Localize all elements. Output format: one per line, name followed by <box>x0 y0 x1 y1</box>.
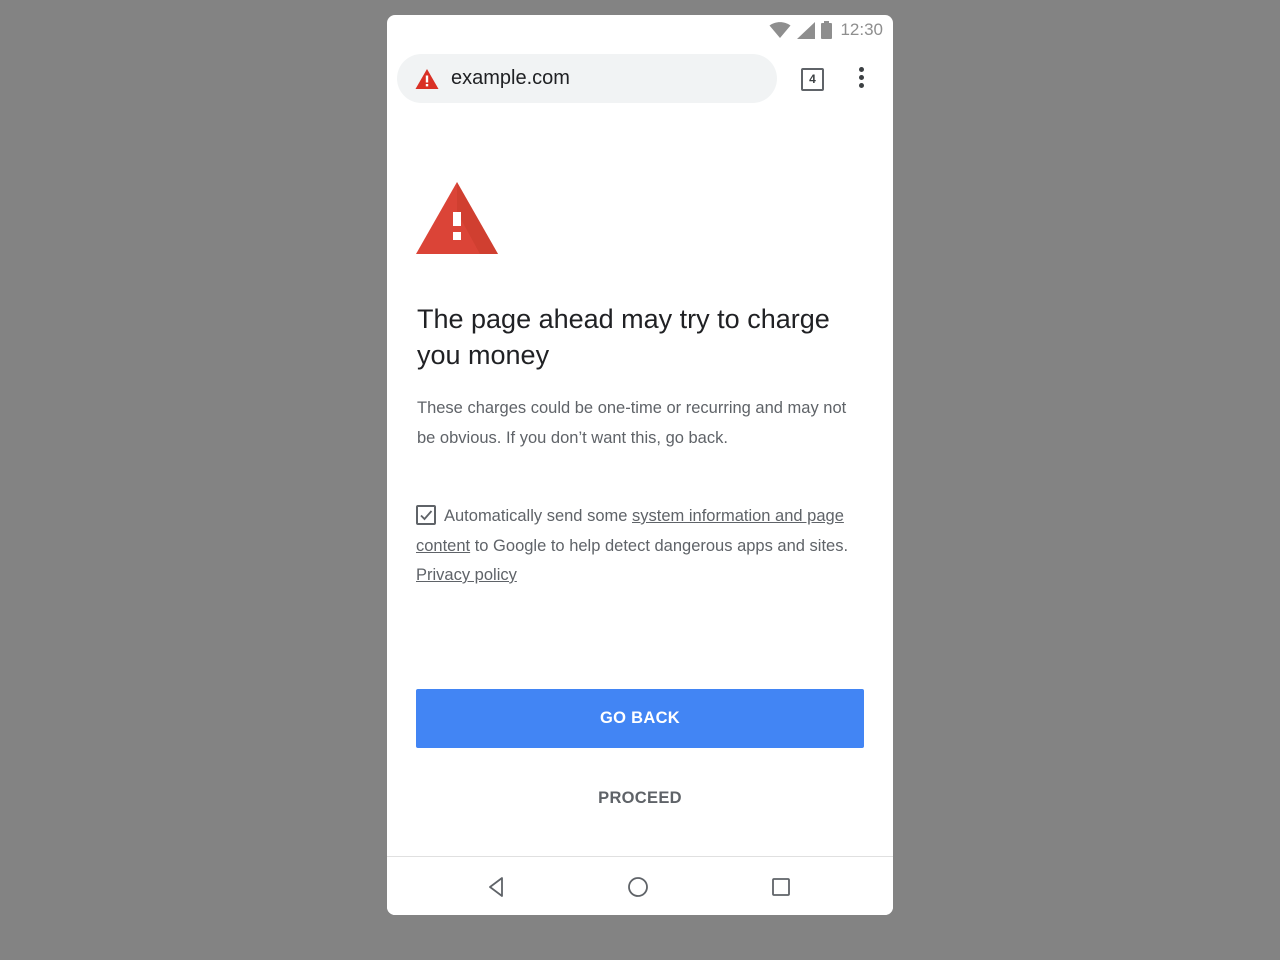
wifi-icon <box>769 21 791 38</box>
status-time: 12:30 <box>840 20 883 39</box>
optin-text-middle: to Google to help detect dangerous apps … <box>470 536 849 555</box>
privacy-policy-link[interactable]: Privacy policy <box>416 566 517 584</box>
page-title: The page ahead may try to charge you mon… <box>417 304 830 370</box>
back-icon[interactable] <box>485 875 509 899</box>
go-back-button[interactable]: GO BACK <box>416 689 864 748</box>
check-icon <box>420 510 433 521</box>
tab-switcher-button[interactable]: 4 <box>801 68 824 91</box>
omnibox[interactable]: example.com <box>397 54 777 103</box>
status-bar: 12:30 <box>387 15 893 45</box>
home-icon[interactable] <box>626 875 650 899</box>
proceed-button[interactable]: PROCEED <box>416 780 864 816</box>
optin-text-prefix: Automatically send some <box>444 507 633 525</box>
explanation-text: These charges could be one-time or recur… <box>417 399 847 447</box>
cell-signal-icon <box>797 21 816 39</box>
recents-icon[interactable] <box>769 875 793 899</box>
phone-frame: 12:30 example.com 4 The page ahead may t… <box>387 15 893 915</box>
optin-checkbox[interactable] <box>416 505 436 525</box>
warning-triangle-icon[interactable] <box>415 68 439 90</box>
status-icons: 12:30 <box>769 20 883 40</box>
url-text[interactable]: example.com <box>451 67 570 90</box>
system-nav-bar <box>387 856 893 915</box>
more-vert-icon[interactable] <box>855 67 867 91</box>
browser-toolbar: example.com 4 <box>387 53 893 105</box>
extended-reporting-optin: Automatically send some system informati… <box>416 502 868 591</box>
warning-triangle-icon <box>416 182 498 254</box>
battery-icon <box>821 21 833 39</box>
